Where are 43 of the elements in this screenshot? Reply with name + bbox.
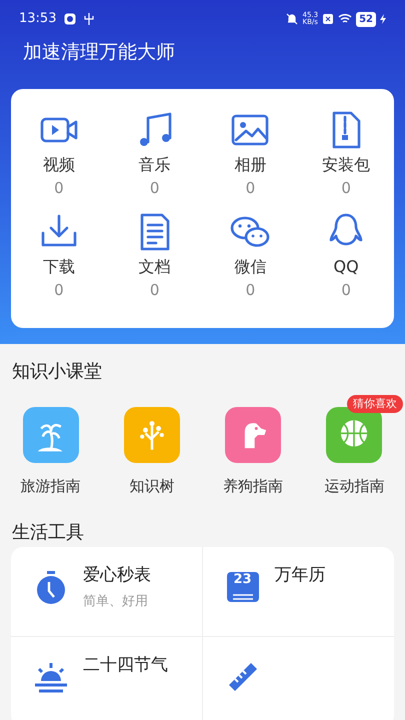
usb-icon xyxy=(84,13,94,25)
tool-item[interactable]: 二十四节气 xyxy=(11,636,202,720)
battery-level: 52 xyxy=(356,12,376,26)
recommend-badge: 猜你喜欢 xyxy=(347,394,403,414)
tool-item[interactable]: 爱心秒表 简单、好用 xyxy=(11,546,202,637)
wifi-icon xyxy=(338,13,352,25)
calendar-date: 23 xyxy=(234,572,252,586)
category-label[interactable]: 相册 xyxy=(202,152,298,176)
charging-icon xyxy=(380,14,386,24)
category-label[interactable]: 文档 xyxy=(106,255,202,279)
app-title: 加速清理万能大师 xyxy=(22,40,176,65)
bell-muted-icon xyxy=(286,13,298,25)
status-time: 13:53 xyxy=(19,10,56,28)
category-label[interactable]: 下载 xyxy=(11,255,107,279)
tool-item[interactable]: 23 万年历 xyxy=(202,546,394,637)
file-count: 0 xyxy=(148,280,160,301)
tool-subtitle: 简单、好用 xyxy=(83,593,149,612)
section-title: 知识小课堂 xyxy=(11,360,103,384)
app-tile[interactable] xyxy=(326,406,382,463)
category-label[interactable]: 视频 xyxy=(11,152,107,176)
category-label[interactable]: 音乐 xyxy=(106,152,202,176)
tile-label[interactable]: 运动指南 xyxy=(304,474,405,498)
app-tile[interactable] xyxy=(225,406,282,463)
file-count: 0 xyxy=(340,280,352,301)
tile-label[interactable]: 知识树 xyxy=(101,474,202,498)
file-count: 0 xyxy=(53,280,65,301)
app-tile[interactable] xyxy=(124,406,180,463)
category-label[interactable]: 微信 xyxy=(202,255,298,279)
tool-title: 万年历 xyxy=(274,564,326,587)
file-count: 0 xyxy=(53,178,65,198)
file-count: 0 xyxy=(244,178,256,198)
file-count: 0 xyxy=(244,280,256,301)
tool-title: 爱心秒表 xyxy=(83,564,151,587)
category-label[interactable]: QQ xyxy=(298,255,394,279)
section-title: 生活工具 xyxy=(11,521,85,546)
tool-title: 二十四节气 xyxy=(83,654,168,677)
tile-label[interactable]: 养狗指南 xyxy=(202,474,304,498)
file-count: 0 xyxy=(340,178,352,198)
app-tile[interactable] xyxy=(22,406,79,463)
file-count: 0 xyxy=(148,178,160,198)
tile-label[interactable]: 旅游指南 xyxy=(0,474,102,498)
category-label[interactable]: 安装包 xyxy=(298,152,394,176)
sim-icon xyxy=(322,13,334,25)
